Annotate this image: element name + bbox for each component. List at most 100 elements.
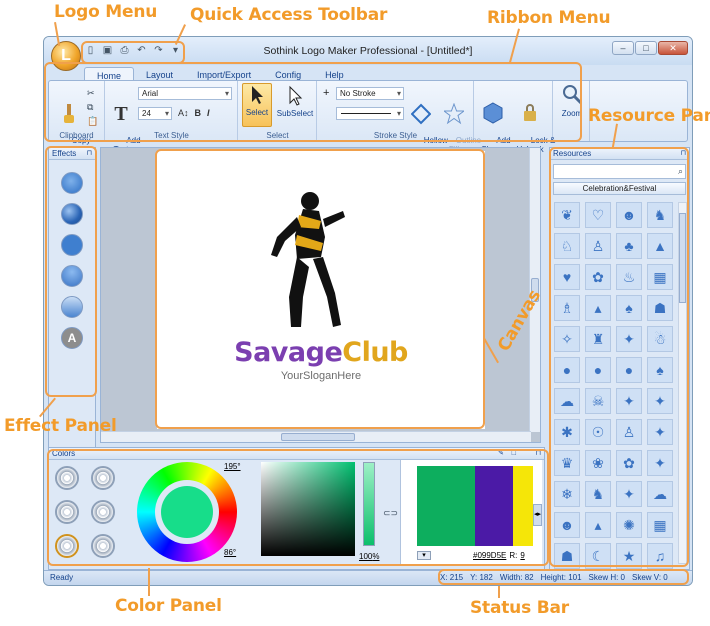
resource-pumpkin-icon[interactable]: ☻: [616, 202, 642, 228]
paste-icon[interactable]: 📋: [87, 114, 98, 128]
pin-icon[interactable]: ⊓: [536, 448, 541, 460]
resource-bat6-icon[interactable]: ✦: [616, 481, 642, 507]
minimize-button[interactable]: –: [612, 41, 634, 55]
resource-bow-icon[interactable]: ✿: [585, 264, 611, 290]
resource-owl-icon[interactable]: ☉: [585, 419, 611, 445]
close-button[interactable]: ✕: [658, 41, 688, 55]
subselect-button[interactable]: SubSelect: [275, 85, 315, 118]
color-wheel[interactable]: [137, 462, 237, 562]
r-value[interactable]: 9: [520, 551, 524, 560]
resource-butterfly-icon[interactable]: ❦: [554, 202, 580, 228]
resource-gift-icon[interactable]: ▦: [647, 264, 673, 290]
eyedropper-icon[interactable]: ✎: [498, 448, 504, 460]
resource-witch-icon[interactable]: ♗: [554, 295, 580, 321]
resource-stocking-icon[interactable]: ♞: [647, 202, 673, 228]
hex-value[interactable]: #099D5E: [473, 551, 506, 560]
logo-menu-button[interactable]: L: [51, 41, 81, 71]
canvas-horizontal-scrollbar[interactable]: [101, 431, 531, 442]
resource-firework-icon[interactable]: ✺: [616, 512, 642, 538]
dancer-figure[interactable]: [267, 187, 351, 337]
new-icon[interactable]: ▯: [84, 44, 97, 57]
save-icon[interactable]: ▣: [101, 44, 114, 57]
search-icon[interactable]: ⌕: [678, 166, 683, 177]
resource-bat5-icon[interactable]: ✦: [647, 450, 673, 476]
hue-top-value[interactable]: 195°: [224, 462, 241, 471]
maximize-button[interactable]: □: [635, 41, 657, 55]
resource-ghost-icon[interactable]: ☁: [554, 388, 580, 414]
stroke-line-select[interactable]: [336, 107, 404, 120]
swatch-purple[interactable]: [475, 466, 513, 546]
print-icon[interactable]: ⎙: [118, 44, 131, 57]
copy-icon[interactable]: ⧉: [87, 100, 98, 114]
fill-type-texture-button[interactable]: [91, 500, 115, 524]
swatch-yellow[interactable]: [513, 466, 533, 546]
hollow-button[interactable]: Hollow: [406, 85, 448, 154]
font-size-select[interactable]: 24: [138, 107, 172, 120]
effect-flat[interactable]: [61, 234, 83, 256]
cut-icon[interactable]: ✂: [87, 86, 98, 100]
resource-bell-icon[interactable]: ♫: [647, 543, 673, 569]
resource-spider-icon[interactable]: ✱: [554, 419, 580, 445]
resource-hat2-icon[interactable]: ▴: [585, 512, 611, 538]
resource-cat-icon[interactable]: ♞: [585, 481, 611, 507]
resource-present-icon[interactable]: ▦: [647, 512, 673, 538]
font-name-select[interactable]: Arial: [138, 87, 232, 100]
resource-balloon-icon[interactable]: ●: [554, 357, 580, 383]
resource-cake-icon[interactable]: ♨: [616, 264, 642, 290]
resource-heart-outline-icon[interactable]: ♡: [585, 202, 611, 228]
resource-balloon3-icon[interactable]: ●: [616, 357, 642, 383]
resource-crown-icon[interactable]: ♛: [554, 450, 580, 476]
italic-icon[interactable]: I: [207, 108, 210, 118]
effect-glow[interactable]: [61, 172, 83, 194]
effect-shadow[interactable]: [61, 265, 83, 287]
stroke-select[interactable]: No Stroke: [336, 87, 404, 100]
effect-gradient[interactable]: [61, 296, 83, 318]
resource-clover-icon[interactable]: ♣: [616, 233, 642, 259]
customize-qat-icon[interactable]: ▾: [169, 44, 182, 57]
saturation-value-picker[interactable]: [261, 462, 355, 556]
resource-scroll-thumb[interactable]: [679, 213, 686, 303]
redo-icon[interactable]: ↷: [152, 44, 165, 57]
resource-skull-icon[interactable]: ☠: [585, 388, 611, 414]
select-button[interactable]: Select: [242, 83, 272, 127]
resource-balloon2-icon[interactable]: ●: [585, 357, 611, 383]
fill-type-other-button[interactable]: [91, 534, 115, 558]
pin-icon[interactable]: ⊓: [87, 148, 92, 160]
resource-bat2-icon[interactable]: ✦: [616, 388, 642, 414]
undo-icon[interactable]: ↶: [135, 44, 148, 57]
resource-pine-icon[interactable]: ♠: [647, 357, 673, 383]
resource-bat-icon[interactable]: ✦: [616, 326, 642, 352]
text-spacing-icon[interactable]: A↕: [178, 108, 189, 118]
fill-type-selected-button[interactable]: [55, 534, 79, 558]
resource-star-icon[interactable]: ★: [616, 543, 642, 569]
zoom-button[interactable]: Zoom: [557, 83, 587, 118]
fill-type-radial-button[interactable]: [55, 466, 79, 490]
resource-snow-icon[interactable]: ❄: [554, 481, 580, 507]
resource-jack-icon[interactable]: ☻: [554, 512, 580, 538]
no-color-icon[interactable]: □: [512, 448, 516, 460]
resource-lantern-icon[interactable]: ☗: [554, 543, 580, 569]
resource-fairy-icon[interactable]: ❀: [585, 450, 611, 476]
swatch-menu-icon[interactable]: ▾: [417, 551, 431, 560]
resource-deer-icon[interactable]: ♘: [554, 233, 580, 259]
resource-snowman-icon[interactable]: ☃: [647, 326, 673, 352]
hue-bottom-value[interactable]: 86°: [224, 548, 236, 557]
slogan-text[interactable]: YourSloganHere: [157, 370, 485, 382]
fill-type-solid-button[interactable]: [55, 500, 79, 524]
resource-candy-icon[interactable]: ✧: [554, 326, 580, 352]
resource-ghost2-icon[interactable]: ☁: [647, 481, 673, 507]
alpha-strip[interactable]: [363, 462, 375, 546]
resource-search-input[interactable]: ⌕: [553, 164, 686, 179]
horizontal-scroll-thumb[interactable]: [281, 433, 355, 441]
resource-ribbon-icon[interactable]: ✿: [616, 450, 642, 476]
resource-moon-icon[interactable]: ☾: [585, 543, 611, 569]
pin-icon[interactable]: ⊓: [681, 148, 686, 160]
swatch-green[interactable]: [417, 466, 475, 546]
category-select[interactable]: Celebration&Festival: [553, 182, 686, 195]
brand-name[interactable]: SavageClub: [157, 337, 485, 368]
artboard[interactable]: SavageClub YourSloganHere: [157, 151, 485, 429]
resource-bat3-icon[interactable]: ✦: [647, 388, 673, 414]
resource-dancer-icon[interactable]: ♙: [616, 419, 642, 445]
resource-tree-icon[interactable]: ♠: [616, 295, 642, 321]
resource-scrollbar[interactable]: [678, 202, 687, 564]
